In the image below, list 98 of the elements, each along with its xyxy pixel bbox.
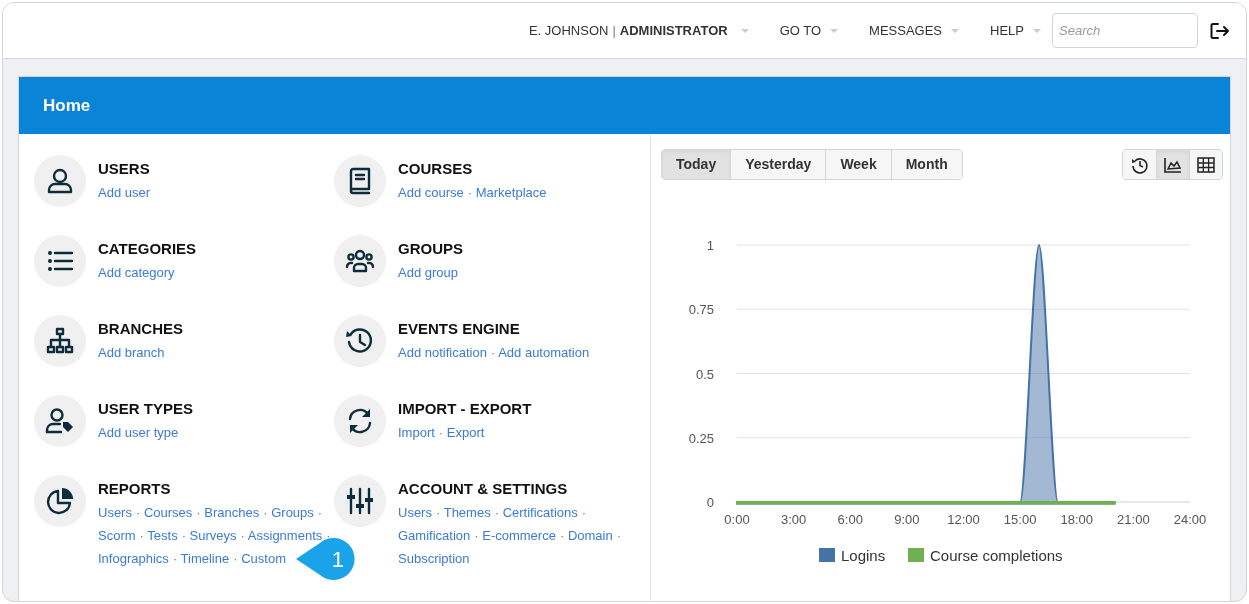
link[interactable]: Add automation [498,345,590,360]
axis-label: 18:00 [1060,512,1093,527]
link-separator: · [490,345,496,360]
link[interactable]: Add branch [98,345,165,360]
legend-label: Logins [841,547,886,564]
link[interactable]: Themes [443,505,491,520]
link[interactable]: Marketplace [475,185,547,200]
link[interactable]: Gamification [398,528,471,543]
link-separator: · [559,528,565,543]
link[interactable]: Timeline [180,551,230,566]
link[interactable]: Tests [147,528,178,543]
link-separator: · [135,505,141,520]
link[interactable]: Domain [567,528,613,543]
link[interactable]: Custom [241,551,286,566]
link[interactable]: Export [446,425,485,440]
link[interactable]: Groups [271,505,314,520]
link[interactable]: Certifications [502,505,578,520]
axis-label: 9:00 [894,512,920,527]
link-separator: · [435,505,441,520]
user-name: E. JOHNSON [528,21,609,40]
link-separator: · [196,505,201,520]
section-title: USER TYPES [98,399,195,419]
axis-label: 0:00 [724,512,750,527]
axis-label: 15:00 [1003,512,1037,527]
link[interactable]: Scorm [98,528,136,543]
axis-label: 0.25 [688,430,714,446]
link[interactable]: Add user type [98,425,179,440]
link[interactable]: Add category [98,265,175,280]
axis-label: 1 [706,238,714,253]
link-separator: · [494,505,499,520]
link[interactable]: Add course [398,185,464,200]
link-separator: · [181,528,186,543]
section-title: BRANCHES [98,319,184,339]
link[interactable]: Users [98,505,132,520]
caret-icon [739,27,750,34]
axis-label: 24:00 [1173,512,1207,527]
menu-item[interactable]: MESSAGES [869,20,943,41]
link[interactable]: Assignments [247,528,323,543]
period-tab[interactable]: Yesterday [730,150,826,179]
link[interactable]: Infographics [98,551,169,566]
link[interactable]: Surveys [189,528,237,543]
link[interactable]: Add user [98,185,151,200]
axis-label: 12:00 [947,512,980,527]
link-separator: · [240,528,245,543]
section-title: COURSES [398,159,474,179]
view-button[interactable] [1189,150,1222,179]
caret-icon [829,27,840,34]
link[interactable]: E-commerce [482,528,556,543]
section-title: REPORTS [98,479,172,499]
link[interactable]: Courses [143,505,193,520]
panel-title: Home [43,94,91,117]
logout-icon[interactable] [1210,21,1230,40]
legend-item[interactable]: Course completions [908,547,1063,564]
section-title: EVENTS ENGINE [398,319,521,339]
section-title: USERS [98,159,151,179]
link-separator: · [616,528,621,543]
link-separator: · [581,505,587,520]
link-separator: · [172,551,178,566]
link-separator: · [139,528,144,543]
menu-item[interactable]: GO TO [779,20,822,41]
sliders-icon [344,485,376,517]
user-role: ADMINISTRATOR [619,21,728,40]
table-icon [1196,154,1216,175]
view-button[interactable] [1156,150,1189,179]
menu-item[interactable]: HELP [990,20,1024,41]
axis-label: 21:00 [1117,512,1150,527]
link[interactable]: Users [398,505,432,520]
axis-label: 6:00 [837,512,863,527]
link-separator: · [326,528,331,543]
caret-icon [1032,27,1042,34]
link[interactable]: Branches [204,505,260,520]
period-tab[interactable]: Week [825,150,891,179]
axis-label: 0 [706,495,714,510]
link-separator: · [467,185,473,200]
link[interactable]: Import [398,425,435,440]
period-tab[interactable]: Today [662,150,731,179]
period-tab[interactable]: Month [890,150,962,179]
section-title: ACCOUNT & SETTINGS [398,479,569,499]
link[interactable]: Add group [398,265,458,280]
link-separator: · [317,505,323,520]
link-separator: · [438,425,444,440]
section-title: GROUPS [398,239,464,259]
search-field[interactable]: Search [1052,13,1198,48]
view-button[interactable] [1123,150,1156,179]
caret-icon [950,27,961,34]
pie-chart-icon [44,485,76,517]
axis-label: 0.75 [688,302,714,318]
name-separator: | [612,21,616,40]
axis-label: 0.5 [695,366,714,382]
legend-item[interactable]: Logins [819,547,886,564]
axis-label: 3:00 [780,512,807,527]
link[interactable]: Subscription [398,551,470,566]
link-separator: · [263,505,268,520]
link[interactable]: Add notification [398,345,487,360]
link-separator: · [474,528,479,543]
section-title: IMPORT - EXPORT [398,399,533,419]
section-title: CATEGORIES [98,239,198,259]
link-separator: · [233,551,238,566]
